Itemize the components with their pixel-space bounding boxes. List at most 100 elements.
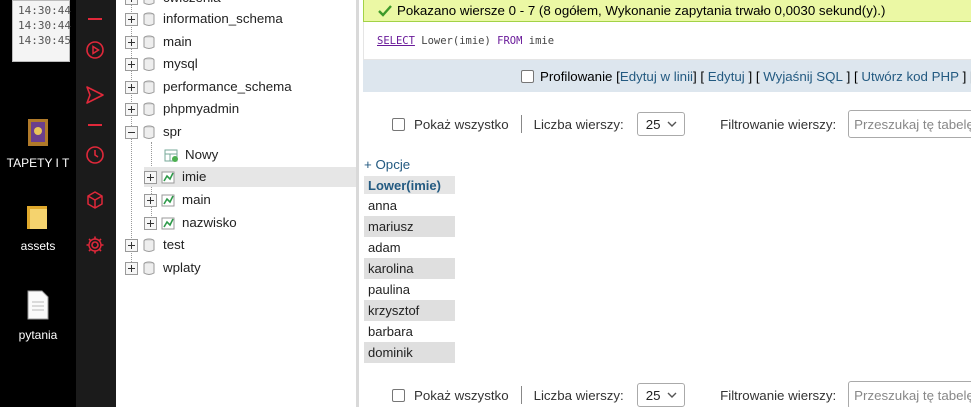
table-controls-top: Pokaż wszystko Liczba wierszy: 25 Filtro… <box>363 109 971 139</box>
table-row[interactable]: karolina <box>364 258 455 279</box>
tree-node-mysql[interactable]: mysql <box>125 54 198 74</box>
sql-keyword-select[interactable]: SELECT <box>377 35 415 47</box>
expand-icon[interactable] <box>144 193 157 207</box>
explain-sql-link[interactable]: Wyjaśnij SQL <box>763 69 843 84</box>
desktop-icon-tapety[interactable]: TAPETY I T <box>0 118 76 170</box>
rows-count-value: 25 <box>645 387 661 403</box>
tree-node-table-imie[interactable]: imie <box>144 167 356 187</box>
tree-node-phpmyadmin[interactable]: phpmyadmin <box>125 99 239 119</box>
desktop-icon-label: TAPETY I T <box>6 156 70 170</box>
sql-query-box[interactable]: SELECT Lower(imie) FROM imie <box>363 22 971 60</box>
filter-rows-input[interactable]: Przeszukaj tę tabelę <box>848 110 971 138</box>
tree-node-main[interactable]: main <box>125 32 192 52</box>
expand-icon[interactable] <box>125 102 138 116</box>
filter-rows-label: Filtrowanie wierszy: <box>720 116 837 132</box>
tree-node-label: performance_schema <box>163 79 292 94</box>
database-icon <box>143 125 155 139</box>
expand-icon[interactable] <box>144 216 157 230</box>
table-icon <box>161 194 175 206</box>
expand-icon[interactable] <box>125 261 138 275</box>
tree-node-label: imie <box>182 169 207 184</box>
table-controls-bottom: Pokaż wszystko Liczba wierszy: 25 Filtro… <box>363 380 971 407</box>
database-icon <box>143 12 155 26</box>
table-row[interactable]: mariusz <box>364 216 455 237</box>
desktop: 14:30:44 14:30:44 14:30:45 TAPETY I T as… <box>0 0 76 407</box>
rows-count-select[interactable]: 25 <box>636 383 686 407</box>
tree-node-partial[interactable]: ćwiczenia <box>125 0 221 8</box>
expand-icon[interactable] <box>125 0 138 5</box>
database-icon <box>143 102 155 116</box>
tree-node-label: main <box>163 34 192 49</box>
edit-link[interactable]: Edytuj <box>708 69 745 84</box>
tree-node-test[interactable]: test <box>125 235 184 255</box>
column-header[interactable]: Lower(imie) <box>364 176 455 195</box>
filter-rows-input[interactable]: Przeszukaj tę tabelę <box>848 381 971 407</box>
tree-node-label: information_schema <box>163 11 283 26</box>
table-row[interactable]: paulina <box>364 279 455 300</box>
profiling-checkbox[interactable] <box>521 69 534 83</box>
expand-icon[interactable] <box>125 12 138 26</box>
tree-node-label: test <box>163 237 185 252</box>
expand-icon[interactable] <box>125 238 138 252</box>
new-table-icon <box>164 149 178 162</box>
cube-icon[interactable] <box>85 190 105 210</box>
navigation-tree: ćwiczenia information_schema main mysql … <box>116 0 356 407</box>
filter-placeholder: Przeszukaj tę tabelę <box>854 387 971 403</box>
tree-node-label: main <box>182 192 211 207</box>
table-row[interactable]: anna <box>364 195 455 216</box>
show-all-checkbox[interactable] <box>392 388 405 402</box>
expand-icon[interactable] <box>125 57 138 71</box>
tree-node-label: wplaty <box>163 260 201 275</box>
table-row[interactable]: krzysztof <box>364 300 455 321</box>
main-content: Pokazano wiersze 0 - 7 (8 ogółem, Wykona… <box>356 0 971 407</box>
clock-icon[interactable] <box>85 145 105 165</box>
log-window: 14:30:44 14:30:44 14:30:45 <box>12 0 71 62</box>
rows-count-value: 25 <box>645 116 661 132</box>
show-all-checkbox[interactable] <box>392 117 405 131</box>
success-message: Pokazano wiersze 0 - 7 (8 ogółem, Wykona… <box>363 0 971 22</box>
divider <box>88 18 102 20</box>
table-icon <box>161 171 175 183</box>
tree-node-wplaty[interactable]: wplaty <box>125 258 201 278</box>
tree-node-new-table[interactable]: Nowy <box>164 145 218 165</box>
tree-node-label: nazwisko <box>182 215 237 230</box>
tree-node-table-nazwisko[interactable]: nazwisko <box>144 213 237 233</box>
folder-icon <box>27 206 47 229</box>
expand-icon[interactable] <box>144 170 157 184</box>
sql-function: Lower(imie) <box>421 35 491 47</box>
checkmark-icon <box>378 4 392 17</box>
sql-table-name: imie <box>528 35 555 47</box>
collapse-icon[interactable] <box>125 125 138 139</box>
desktop-icon-assets[interactable]: assets <box>0 203 76 253</box>
folder-image-icon <box>28 119 48 146</box>
send-icon[interactable] <box>85 85 105 105</box>
expand-icon[interactable] <box>125 35 138 49</box>
table-row[interactable]: adam <box>364 237 455 258</box>
edit-inline-link[interactable]: Edytuj w linii <box>620 69 693 84</box>
desktop-icon-pytania[interactable]: pytania <box>0 290 76 342</box>
log-line: 14:30:44 <box>18 4 71 17</box>
tree-node-information-schema[interactable]: information_schema <box>125 9 283 29</box>
filter-rows-label: Filtrowanie wierszy: <box>720 387 837 403</box>
database-icon <box>143 238 155 252</box>
tree-node-spr[interactable]: spr <box>125 122 181 142</box>
database-icon <box>143 0 155 5</box>
create-php-code-link[interactable]: Utwórz kod PHP <box>861 69 959 84</box>
screen: 14:30:44 14:30:44 14:30:45 TAPETY I T as… <box>0 0 971 407</box>
gear-icon[interactable] <box>85 235 105 255</box>
database-icon <box>143 80 155 94</box>
table-row[interactable]: dominik <box>364 342 455 363</box>
success-text: Pokazano wiersze 0 - 7 (8 ogółem, Wykona… <box>397 3 886 18</box>
tree-node-table-main[interactable]: main <box>144 190 211 210</box>
rows-count-select[interactable]: 25 <box>636 112 686 136</box>
sql-actions-bar: Profilowanie [Edytuj w linii] [ Edytuj ]… <box>363 60 971 92</box>
expand-icon[interactable] <box>125 80 138 94</box>
desktop-icon-label: assets <box>20 239 56 253</box>
tree-node-performance-schema[interactable]: performance_schema <box>125 77 292 97</box>
options-link[interactable]: + Opcje <box>364 157 410 172</box>
desktop-icon-label: pytania <box>18 328 58 342</box>
table-row[interactable]: barbara <box>364 321 455 342</box>
play-circle-icon[interactable] <box>85 40 105 60</box>
divider <box>520 386 522 404</box>
filter-placeholder: Przeszukaj tę tabelę <box>854 116 971 132</box>
